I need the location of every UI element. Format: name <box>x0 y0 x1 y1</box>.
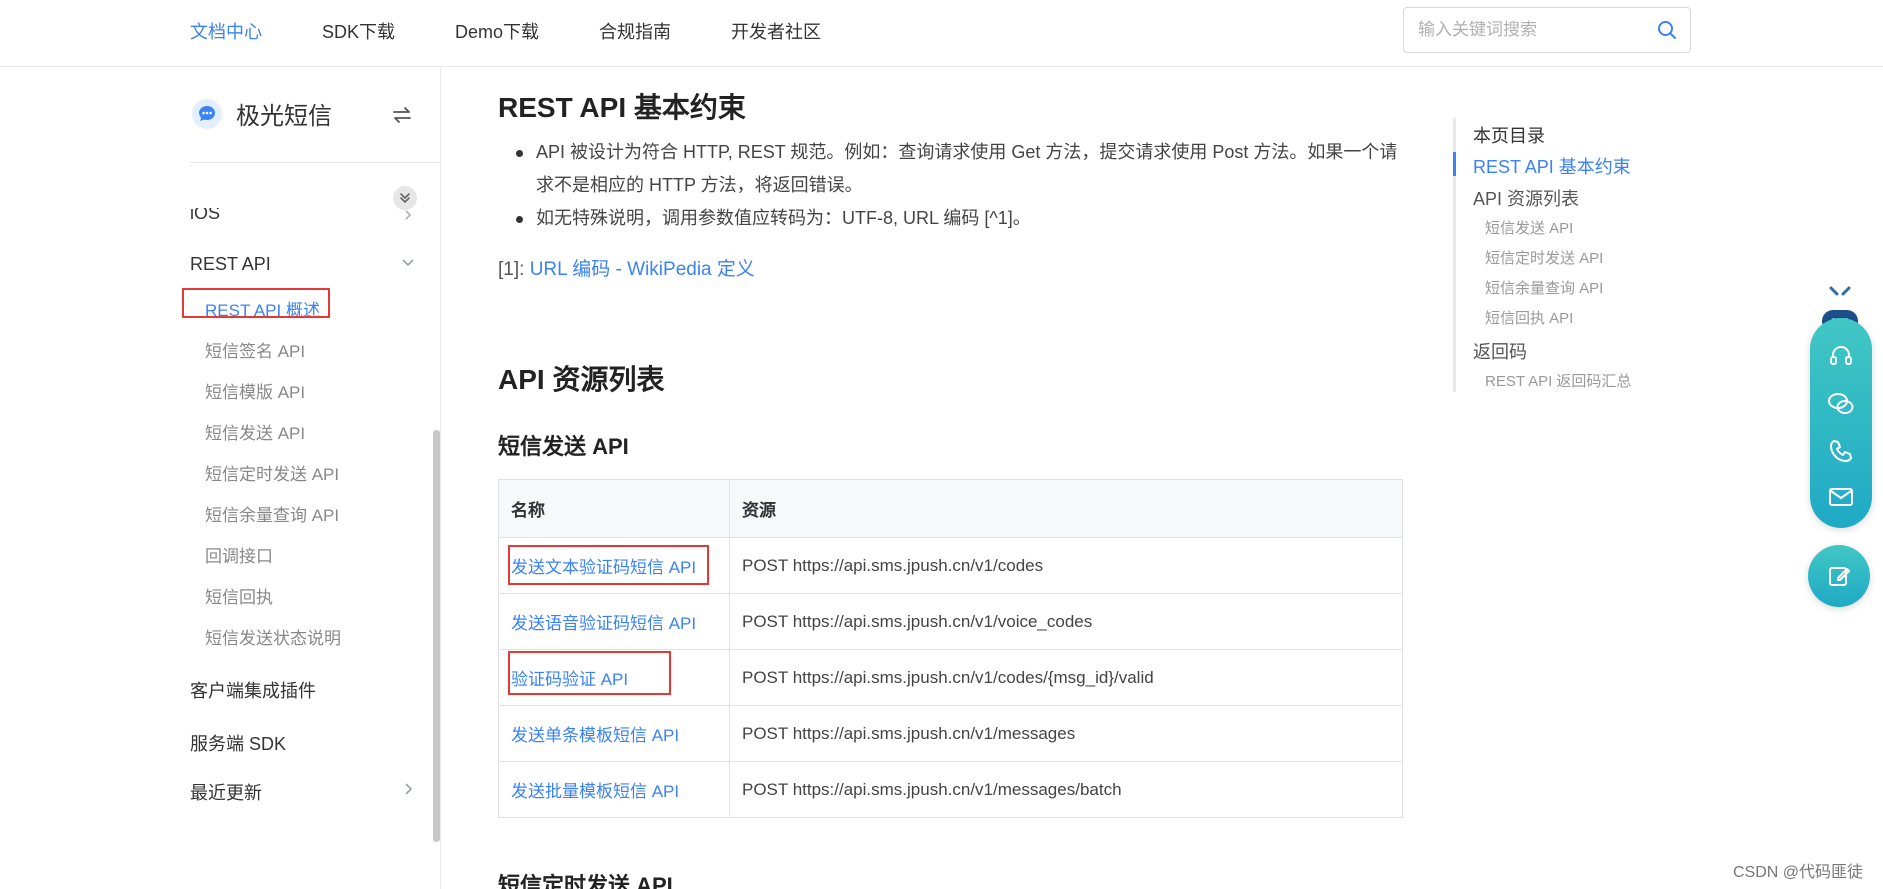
sidebar-item-rest-api-overview[interactable]: REST API 概述 <box>205 296 320 321</box>
sidebar-item-callback[interactable]: 回调接口 <box>205 542 273 567</box>
chat-bubble-logo <box>190 97 224 131</box>
sidebar-item-sms-status[interactable]: 短信发送状态说明 <box>205 624 341 649</box>
constraints-list: API 被设计为符合 HTTP, REST 规范。例如：查询请求使用 Get 方… <box>498 136 1403 235</box>
sidebar: 极光短信 iOS REST API REST API 概述 短信签名 API 短… <box>0 68 441 889</box>
sidebar-item-sms-balance-api[interactable]: 短信余量查询 API <box>205 501 339 526</box>
footnote: [1]: URL 编码 - WikiPedia 定义 <box>498 254 755 281</box>
table-row: 发送批量模板短信 API POST https://api.sms.jpush.… <box>498 761 1403 818</box>
sidebar-scrollbar[interactable] <box>433 430 440 842</box>
sidebar-item-ios[interactable]: iOS <box>190 208 220 224</box>
phone-icon[interactable] <box>1825 435 1857 467</box>
nav-compliance-guide[interactable]: 合规指南 <box>599 18 671 44</box>
toc-item-sms-receipt-api[interactable]: 短信回执 API <box>1485 307 1573 328</box>
chevron-right-icon <box>402 208 414 222</box>
search-box <box>1403 7 1691 53</box>
sidebar-item-sms-scheduled-api[interactable]: 短信定时发送 API <box>205 460 339 485</box>
api-resource: POST https://api.sms.jpush.cn/v1/message… <box>729 705 1403 762</box>
sidebar-item-server-sdk[interactable]: 服务端 SDK <box>190 730 286 756</box>
contact-float-bar <box>1810 318 1872 528</box>
toc-item-sms-scheduled-api[interactable]: 短信定时发送 API <box>1485 247 1603 268</box>
nav-developer-community[interactable]: 开发者社区 <box>731 18 821 44</box>
sidebar-item-sms-template-api[interactable]: 短信模版 API <box>205 378 305 403</box>
sidebar-item-client-plugins[interactable]: 客户端集成插件 <box>190 677 316 703</box>
table-row: 发送语音验证码短信 API POST https://api.sms.jpush… <box>498 593 1403 650</box>
chevron-right-icon[interactable] <box>402 781 414 802</box>
api-name-link[interactable]: 发送批量模板短信 API <box>498 761 730 818</box>
divider <box>190 162 440 163</box>
table-row: 发送单条模板短信 API POST https://api.sms.jpush.… <box>498 705 1403 762</box>
toc-item-return-code-summary[interactable]: REST API 返回码汇总 <box>1485 370 1631 391</box>
api-name-link[interactable]: 发送文本验证码短信 API <box>498 537 730 594</box>
api-resource: POST https://api.sms.jpush.cn/v1/codes/{… <box>729 649 1403 706</box>
toc-title: 本页目录 <box>1473 126 1545 146</box>
toc-item-basic-constraints[interactable]: REST API 基本约束 <box>1473 153 1631 179</box>
api-name-link[interactable]: 发送单条模板短信 API <box>498 705 730 762</box>
api-name-link[interactable]: 验证码验证 API <box>498 649 730 706</box>
subsection-title-sms-send: 短信发送 API <box>498 434 629 459</box>
page-toc: 本页目录 REST API 基本约束 API 资源列表 短信发送 API 短信定… <box>1453 118 1703 392</box>
footnote-link[interactable]: URL 编码 - WikiPedia 定义 <box>530 259 755 280</box>
wechat-icon[interactable] <box>1825 388 1857 420</box>
toc-active-marker <box>1453 152 1456 176</box>
toc-item-return-codes[interactable]: 返回码 <box>1473 338 1527 364</box>
list-item: API 被设计为符合 HTTP, REST 规范。例如：查询请求使用 Get 方… <box>498 136 1403 202</box>
chevron-down-icon[interactable] <box>400 254 416 275</box>
brand-name: 极光短信 <box>236 103 332 130</box>
headset-icon[interactable] <box>1825 340 1857 372</box>
toc-item-sms-balance-api[interactable]: 短信余量查询 API <box>1485 277 1603 298</box>
footnote-marker: [1]: <box>498 259 530 280</box>
subsection-title-sms-scheduled: 短信定时发送 API <box>498 873 673 889</box>
column-header-name: 名称 <box>498 479 730 538</box>
table-row: 发送文本验证码短信 API POST https://api.sms.jpush… <box>498 537 1403 594</box>
nav-demo-download[interactable]: Demo下载 <box>455 18 539 44</box>
list-item: 如无特殊说明，调用参数值应转码为：UTF-8, URL 编码 [^1]。 <box>498 202 1403 235</box>
double-chevron-down-icon[interactable] <box>393 186 417 210</box>
toc-item-api-resources[interactable]: API 资源列表 <box>1473 185 1579 211</box>
sidebar-item-sms-send-api[interactable]: 短信发送 API <box>205 419 305 444</box>
product-brand[interactable]: 极光短信 <box>190 96 332 131</box>
table-header-row: 名称 资源 <box>498 479 1403 538</box>
sidebar-item-sms-signature-api[interactable]: 短信签名 API <box>205 337 305 362</box>
nav-sdk-download[interactable]: SDK下载 <box>322 18 395 44</box>
api-name-link[interactable]: 发送语音验证码短信 API <box>498 593 730 650</box>
section-title-api-resources: API 资源列表 <box>498 364 665 395</box>
api-resource: POST https://api.sms.jpush.cn/v1/voice_c… <box>729 593 1403 650</box>
column-header-resource: 资源 <box>729 479 1403 538</box>
api-resource-table: 名称 资源 发送文本验证码短信 API POST https://api.sms… <box>498 479 1403 818</box>
watermark: CSDN @代码匪徒 <box>1733 864 1864 881</box>
edit-icon[interactable] <box>1808 545 1870 607</box>
swap-icon[interactable] <box>392 104 412 130</box>
api-resource: POST https://api.sms.jpush.cn/v1/message… <box>729 761 1403 818</box>
sidebar-item-recent-updates[interactable]: 最近更新 <box>190 779 262 805</box>
section-title-basic-constraints: REST API 基本约束 <box>498 92 746 123</box>
sidebar-item-rest-api[interactable]: REST API <box>190 254 271 275</box>
top-navbar: 文档中心 SDK下载 Demo下载 合规指南 开发者社区 <box>0 0 1883 67</box>
mail-icon[interactable] <box>1825 481 1857 513</box>
nav-docs-center[interactable]: 文档中心 <box>190 18 262 44</box>
main-nav: 文档中心 SDK下载 Demo下载 合规指南 开发者社区 <box>190 0 881 62</box>
sidebar-item-sms-receipt[interactable]: 短信回执 <box>205 583 273 608</box>
search-icon[interactable] <box>1644 8 1690 52</box>
api-resource: POST https://api.sms.jpush.cn/v1/codes <box>729 537 1403 594</box>
table-row: 验证码验证 API POST https://api.sms.jpush.cn/… <box>498 649 1403 706</box>
search-input[interactable] <box>1404 8 1644 52</box>
toc-item-sms-send-api[interactable]: 短信发送 API <box>1485 217 1573 238</box>
